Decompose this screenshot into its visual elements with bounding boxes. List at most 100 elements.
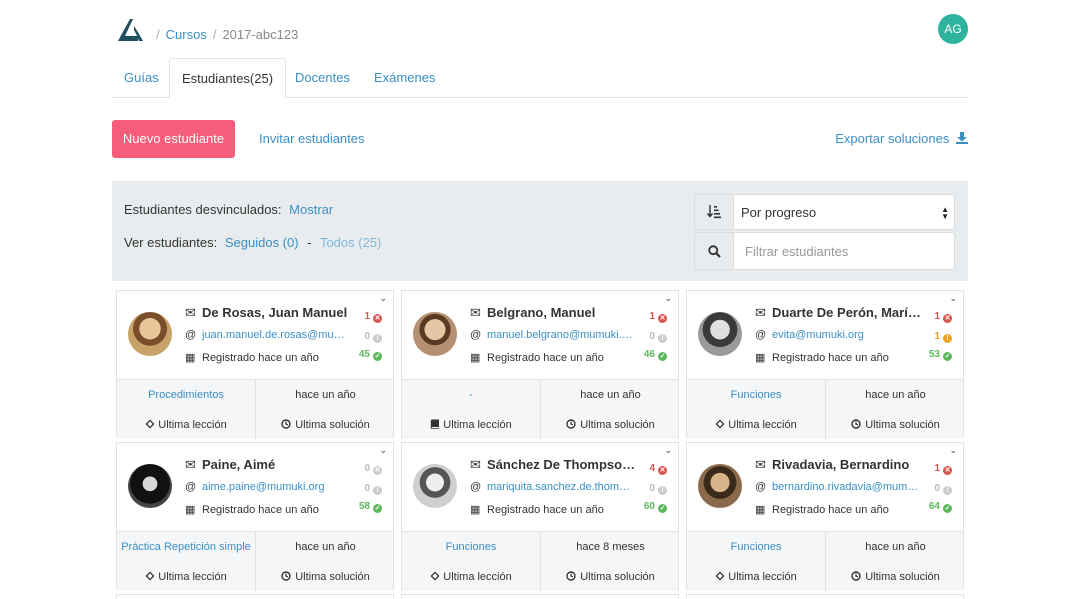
warning-count-value: 0 [364, 483, 370, 494]
student-name-label: Rivadavia, Bernardino [772, 457, 910, 472]
chevron-down-icon[interactable]: ⌄ [664, 445, 672, 456]
student-email[interactable]: @ manuel.belgrano@mumuki.org [470, 329, 635, 341]
warning-count-value: 0 [649, 331, 655, 342]
last-lesson-text: Ultima lección [728, 571, 797, 583]
breadcrumb-courses[interactable]: Cursos [166, 27, 207, 42]
student-card-header: ✉ Belgrano, Manuel @ manuel.belgrano@mumuk… [402, 291, 678, 379]
times-circle-icon: ✕ [943, 314, 952, 323]
student-email[interactable]: @ juan.manuel.de.rosas@mumuki.org [185, 329, 350, 341]
warning-count: 0! [364, 331, 382, 343]
last-lesson-text: Ultima lección [443, 419, 512, 431]
chevron-down-icon[interactable]: ⌄ [379, 445, 387, 456]
failed-count: 0 ✕ [364, 463, 382, 475]
student-registered: ▦ Registrado hace un año [755, 351, 889, 364]
student-photo [698, 464, 742, 508]
warning-count: 1! [934, 331, 952, 343]
last-lesson-label: Ultima lección [687, 410, 826, 440]
last-lesson-link[interactable]: Funciones [402, 532, 541, 562]
student-photo [413, 464, 457, 508]
filter-students-input[interactable]: Filtrar estudiantes [734, 232, 955, 270]
sort-order-toggle[interactable] [694, 194, 734, 230]
student-email-label: aime.paine@mumuki.org [202, 481, 325, 493]
user-avatar[interactable]: AG [938, 14, 968, 44]
student-name[interactable]: ✉ Sánchez De Thompson, Mariquita [470, 457, 640, 473]
followed-students-link[interactable]: Seguidos (0) [225, 235, 299, 250]
passed-count-value: 58 [358, 501, 370, 512]
student-name-label: De Rosas, Juan Manuel [202, 305, 348, 320]
student-name[interactable]: ✉ Rivadavia, Bernardino [755, 457, 925, 473]
filter-panel: Estudiantes desvinculados: Mostrar Ver e… [112, 181, 968, 281]
student-email[interactable]: @ aime.paine@mumuki.org [185, 481, 350, 493]
student-name[interactable]: ✉ De Rosas, Juan Manuel [185, 305, 355, 321]
failed-count-value: 1 [364, 311, 370, 322]
last-lesson-link[interactable]: Práctica Repetición simple [117, 532, 256, 562]
tab-exams[interactable]: Exámenes [362, 58, 447, 98]
check-circle-icon: ✓ [658, 504, 667, 513]
failed-count-value: 1 [934, 463, 940, 474]
check-circle-icon: ✓ [943, 504, 952, 513]
student-name[interactable]: ✉ Belgrano, Manuel [470, 305, 640, 321]
passed-count: 53 ✓ [929, 349, 952, 361]
student-name[interactable]: ✉ Paine, Aimé [185, 457, 355, 473]
student-card-footer: Funciones hace un año Ultima lección Ult… [687, 379, 965, 440]
calendar-icon: ▦ [755, 504, 766, 516]
puzzle-icon [145, 419, 158, 431]
last-lesson-link[interactable]: Procedimientos [117, 380, 256, 410]
puzzle-icon [430, 571, 443, 583]
student-email[interactable]: @ bernardino.rivadavia@mumuki.org [755, 481, 920, 493]
last-solution-time: hace un año [580, 389, 641, 401]
envelope-icon: ✉ [755, 457, 766, 472]
last-solution-text: Ultima solución [865, 571, 940, 583]
student-registered: ▦ Registrado hace un año [185, 351, 319, 364]
student-card-header: ✉ Paine, Aimé @ aime.paine@mumuki.org ▦ Reg… [117, 443, 393, 531]
student-name[interactable]: ✉ Duarte De Perón, María Eva [755, 305, 925, 321]
passed-count-value: 64 [928, 501, 940, 512]
export-solutions-link[interactable]: Exportar soluciones [835, 131, 968, 146]
show-unlinked-link[interactable]: Mostrar [289, 202, 333, 217]
invite-students-link[interactable]: Invitar estudiantes [259, 131, 365, 146]
chevron-down-icon[interactable]: ⌄ [949, 445, 957, 456]
sort-select[interactable]: Por progreso ▲ ▼ [694, 194, 955, 230]
failed-count: 1 ✕ [649, 311, 667, 323]
export-solutions-label: Exportar soluciones [835, 131, 950, 146]
calendar-icon: ▦ [470, 504, 481, 516]
student-card-header: ✉ Sánchez De Thompson, Mariquita @ mariqui… [402, 443, 678, 531]
puzzle-icon [715, 571, 728, 583]
student-card-footer: Funciones hace un año Ultima lección Ult… [687, 531, 963, 592]
all-students-link[interactable]: Todos (25) [320, 235, 381, 250]
warning-count: 0! [649, 483, 667, 495]
student-email[interactable]: @ evita@mumuki.org [755, 329, 920, 341]
failed-count: 1 ✕ [934, 311, 952, 323]
tab-teachers[interactable]: Docentes [283, 58, 362, 98]
last-lesson-link[interactable]: Funciones [687, 532, 826, 562]
last-lesson-link[interactable]: Funciones [687, 380, 826, 410]
new-student-button[interactable]: Nuevo estudiante [112, 120, 235, 158]
student-photo [413, 312, 457, 356]
sort-select-value[interactable]: Por progreso ▲ ▼ [734, 194, 955, 230]
check-circle-icon: ✓ [373, 352, 382, 361]
student-registered: ▦ Registrado hace un año [470, 503, 604, 516]
unlinked-label: Estudiantes desvinculados: [124, 202, 282, 217]
student-photo [128, 312, 172, 356]
last-solution-label: Ultima solución [826, 410, 965, 440]
times-circle-icon: ✕ [943, 466, 952, 475]
at-icon: @ [470, 481, 482, 493]
warning-count-value: 0 [649, 483, 655, 494]
at-icon: @ [185, 329, 197, 341]
warning-count: 0! [934, 483, 952, 495]
last-solution-label: Ultima solución [541, 562, 680, 592]
mumuki-logo-icon[interactable] [116, 16, 144, 44]
last-lesson-label: Ultima lección [117, 410, 256, 440]
tab-guides[interactable]: Guías [112, 58, 171, 98]
tab-students[interactable]: Estudiantes(25) [169, 58, 287, 98]
passed-count-value: 46 [643, 349, 655, 360]
student-card-footer: Práctica Repetición simple hace un año U… [117, 531, 393, 592]
chevron-down-icon[interactable]: ⌄ [949, 293, 957, 304]
last-solution-time: hace un año [865, 389, 926, 401]
chevron-down-icon[interactable]: ⌄ [379, 293, 387, 304]
last-lesson-link[interactable]: - [402, 380, 541, 410]
passed-count: 58 ✓ [359, 501, 382, 513]
chevron-down-icon[interactable]: ⌄ [664, 293, 672, 304]
student-email[interactable]: @ mariquita.sanchez.de.thompson@mumuki.or… [470, 481, 635, 493]
calendar-icon: ▦ [185, 352, 196, 364]
